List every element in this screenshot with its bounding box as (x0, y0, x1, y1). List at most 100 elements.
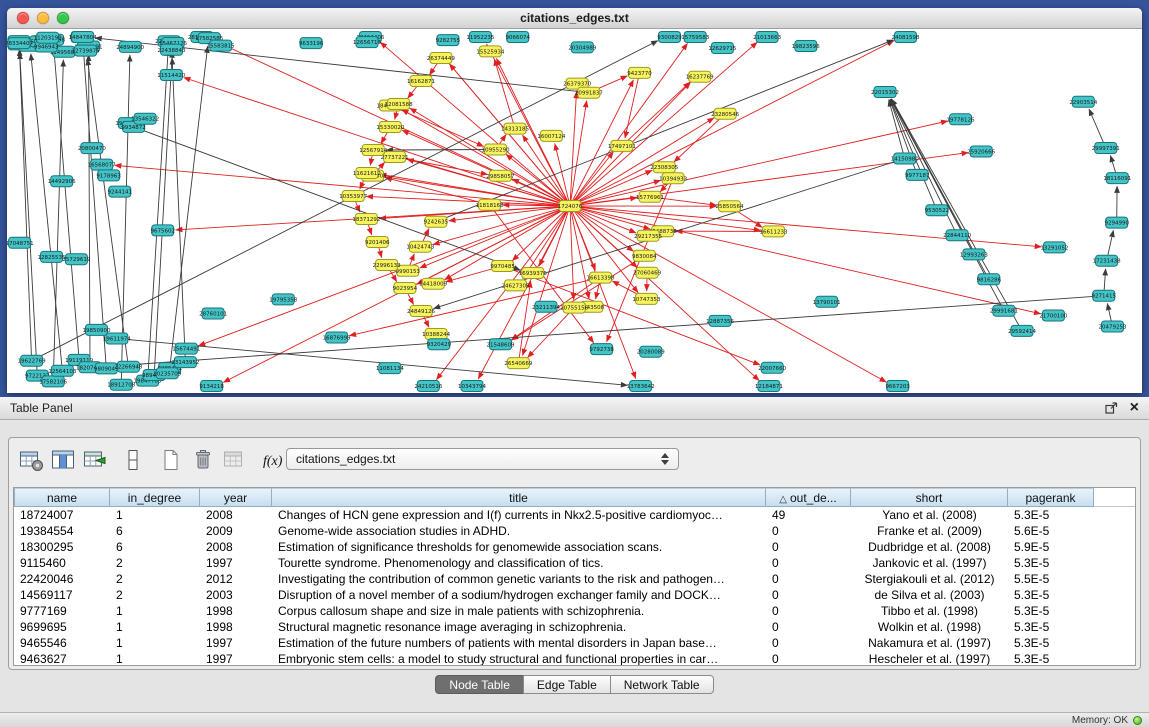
graph-node[interactable]: 16568077 (88, 159, 116, 170)
graph-edge[interactable] (184, 78, 570, 207)
graph-node[interactable]: 29997391 (1092, 143, 1120, 154)
function-builder-icon[interactable]: f(x) (259, 446, 287, 474)
graph-node[interactable]: 9423770 (627, 67, 652, 78)
network-canvas[interactable]: 1724076258505641661123325488736292173559… (7, 30, 1142, 393)
table-row[interactable]: 1938455462009Genome-wide association stu… (14, 523, 1135, 539)
cell-title[interactable]: Disruption of a novel member of a sodium… (272, 587, 766, 603)
graph-node[interactable]: 19823596 (792, 41, 820, 52)
graph-node[interactable]: 28334407 (7, 38, 33, 49)
graph-node[interactable]: 15674491 (172, 343, 200, 354)
cell-out-de[interactable]: 0 (766, 603, 851, 619)
graph-node[interactable]: 12184871 (755, 381, 783, 392)
graph-node[interactable]: 29991681 (990, 305, 1018, 316)
graph-node[interactable]: 14313185 (501, 123, 529, 134)
graph-node[interactable]: 23280546 (711, 108, 739, 119)
cell-out-de[interactable]: 0 (766, 651, 851, 666)
table-row[interactable]: 946554611997Estimation of the future num… (14, 635, 1135, 651)
float-panel-icon[interactable] (1105, 402, 1118, 414)
table-row[interactable]: 1830029562008Estimation of significance … (14, 539, 1135, 555)
graph-node[interactable]: 10747353 (632, 293, 660, 304)
graph-node[interactable]: 12993263 (960, 249, 988, 260)
graph-node[interactable]: 16237769 (686, 71, 714, 82)
cell-out-de[interactable]: 49 (766, 507, 851, 523)
graph-node[interactable]: 23143952 (171, 357, 199, 368)
show-columns-icon[interactable] (49, 446, 77, 474)
cell-pagerank[interactable]: 5.9E-5 (1008, 539, 1094, 555)
graph-node[interactable]: 21700100 (1039, 310, 1067, 321)
graph-node[interactable]: 14150980 (891, 153, 919, 164)
graph-node[interactable]: 9830084 (632, 250, 657, 261)
graph-node[interactable]: 9320429 (427, 339, 452, 350)
cell-name[interactable]: 18300295 (14, 539, 110, 555)
graph-node[interactable]: 24627305 (501, 280, 529, 291)
graph-node[interactable]: 10755156 (560, 302, 588, 313)
cell-pagerank[interactable]: 5.5E-5 (1008, 571, 1094, 587)
graph-node[interactable]: 27060469 (633, 267, 661, 278)
graph-node[interactable]: 12739875 (72, 45, 100, 56)
close-panel-icon[interactable]: × (1130, 401, 1139, 415)
graph-node[interactable]: 9792738 (589, 344, 614, 355)
graph-node[interactable]: 26540669 (504, 358, 532, 369)
graph-edge[interactable] (172, 58, 185, 362)
graph-node[interactable]: 10353977 (339, 191, 367, 202)
cell-short[interactable]: Nakamura et al. (1997) (851, 635, 1008, 651)
graph-node[interactable]: 14847804 (69, 32, 97, 43)
cell-title[interactable]: Estimation of significance thresholds fo… (272, 539, 766, 555)
new-table-icon[interactable] (157, 446, 185, 474)
graph-node[interactable]: 26374449 (427, 53, 455, 64)
tab-node-table[interactable]: Node Table (435, 675, 524, 694)
cell-out-de[interactable]: 0 (766, 523, 851, 539)
graph-node[interactable]: 19611974 (103, 333, 131, 344)
graph-node[interactable]: 9134218 (199, 381, 224, 392)
graph-node[interactable]: 16611233 (759, 226, 787, 237)
cell-out-de[interactable]: 0 (766, 555, 851, 571)
graph-edge[interactable] (436, 206, 570, 380)
graph-node[interactable]: 9023954 (393, 283, 418, 294)
cell-name[interactable]: 18724007 (14, 507, 110, 523)
graph-node[interactable]: 12081588 (385, 99, 413, 110)
graph-node[interactable]: 13546322 (131, 113, 159, 124)
cell-title[interactable]: Structural magnetic resonance image aver… (272, 619, 766, 635)
graph-node[interactable]: 18371292 (352, 214, 380, 225)
cell-year[interactable]: 1998 (200, 619, 272, 635)
graph-node[interactable]: 9294990 (1104, 217, 1129, 228)
tab-network-table[interactable]: Network Table (610, 675, 714, 694)
graph-node[interactable]: 29217355 (634, 230, 662, 241)
graph-edge[interactable] (892, 99, 1023, 331)
graph-node[interactable]: 11203190 (34, 32, 62, 43)
graph-node[interactable]: 11514420 (157, 70, 185, 81)
graph-node[interactable]: 15759583 (681, 32, 709, 43)
graph-node[interactable]: 15583815 (207, 40, 235, 51)
column-header-in-degree[interactable]: in_degree (110, 488, 200, 507)
graph-node[interactable]: 9178963 (96, 170, 121, 181)
graph-node[interactable]: 20479253 (1098, 321, 1126, 332)
graph-node[interactable]: 12629715 (708, 43, 736, 54)
cell-year[interactable]: 2008 (200, 539, 272, 555)
graph-node[interactable]: 29858057 (486, 170, 514, 181)
graph-node[interactable]: 17582106 (39, 376, 67, 387)
delete-table-icon[interactable] (189, 446, 217, 474)
zoom-window-button[interactable] (57, 12, 69, 24)
graph-node[interactable]: 20991837 (575, 87, 603, 98)
graph-node[interactable]: 1724076 (558, 201, 583, 212)
graph-node[interactable]: 12567914 (359, 145, 387, 156)
column-header-out-de[interactable]: △out_de... (766, 488, 851, 507)
graph-edge[interactable] (20, 49, 32, 361)
table-options-icon[interactable] (17, 446, 45, 474)
row-height-icon[interactable] (119, 446, 147, 474)
graph-edge[interactable] (570, 92, 577, 206)
graph-node[interactable]: 24081598 (892, 32, 920, 43)
graph-node[interactable]: 25920666 (967, 146, 995, 157)
graph-edge[interactable] (54, 48, 79, 360)
graph-node[interactable]: 9282755 (436, 35, 461, 46)
graph-node[interactable]: 9675602 (150, 225, 175, 236)
graph-node[interactable]: 18116091 (1103, 173, 1131, 184)
graph-node[interactable]: 11952235 (466, 32, 494, 43)
cell-short[interactable]: Hescheler et al. (1997) (851, 651, 1008, 666)
graph-node[interactable]: 11621612 (353, 168, 381, 179)
cell-pagerank[interactable]: 5.3E-5 (1008, 635, 1094, 651)
graph-node[interactable]: 9816286 (977, 274, 1002, 285)
graph-node[interactable]: 14418009 (419, 278, 447, 289)
graph-node[interactable]: 20800470 (78, 143, 106, 154)
cell-year[interactable]: 1997 (200, 635, 272, 651)
